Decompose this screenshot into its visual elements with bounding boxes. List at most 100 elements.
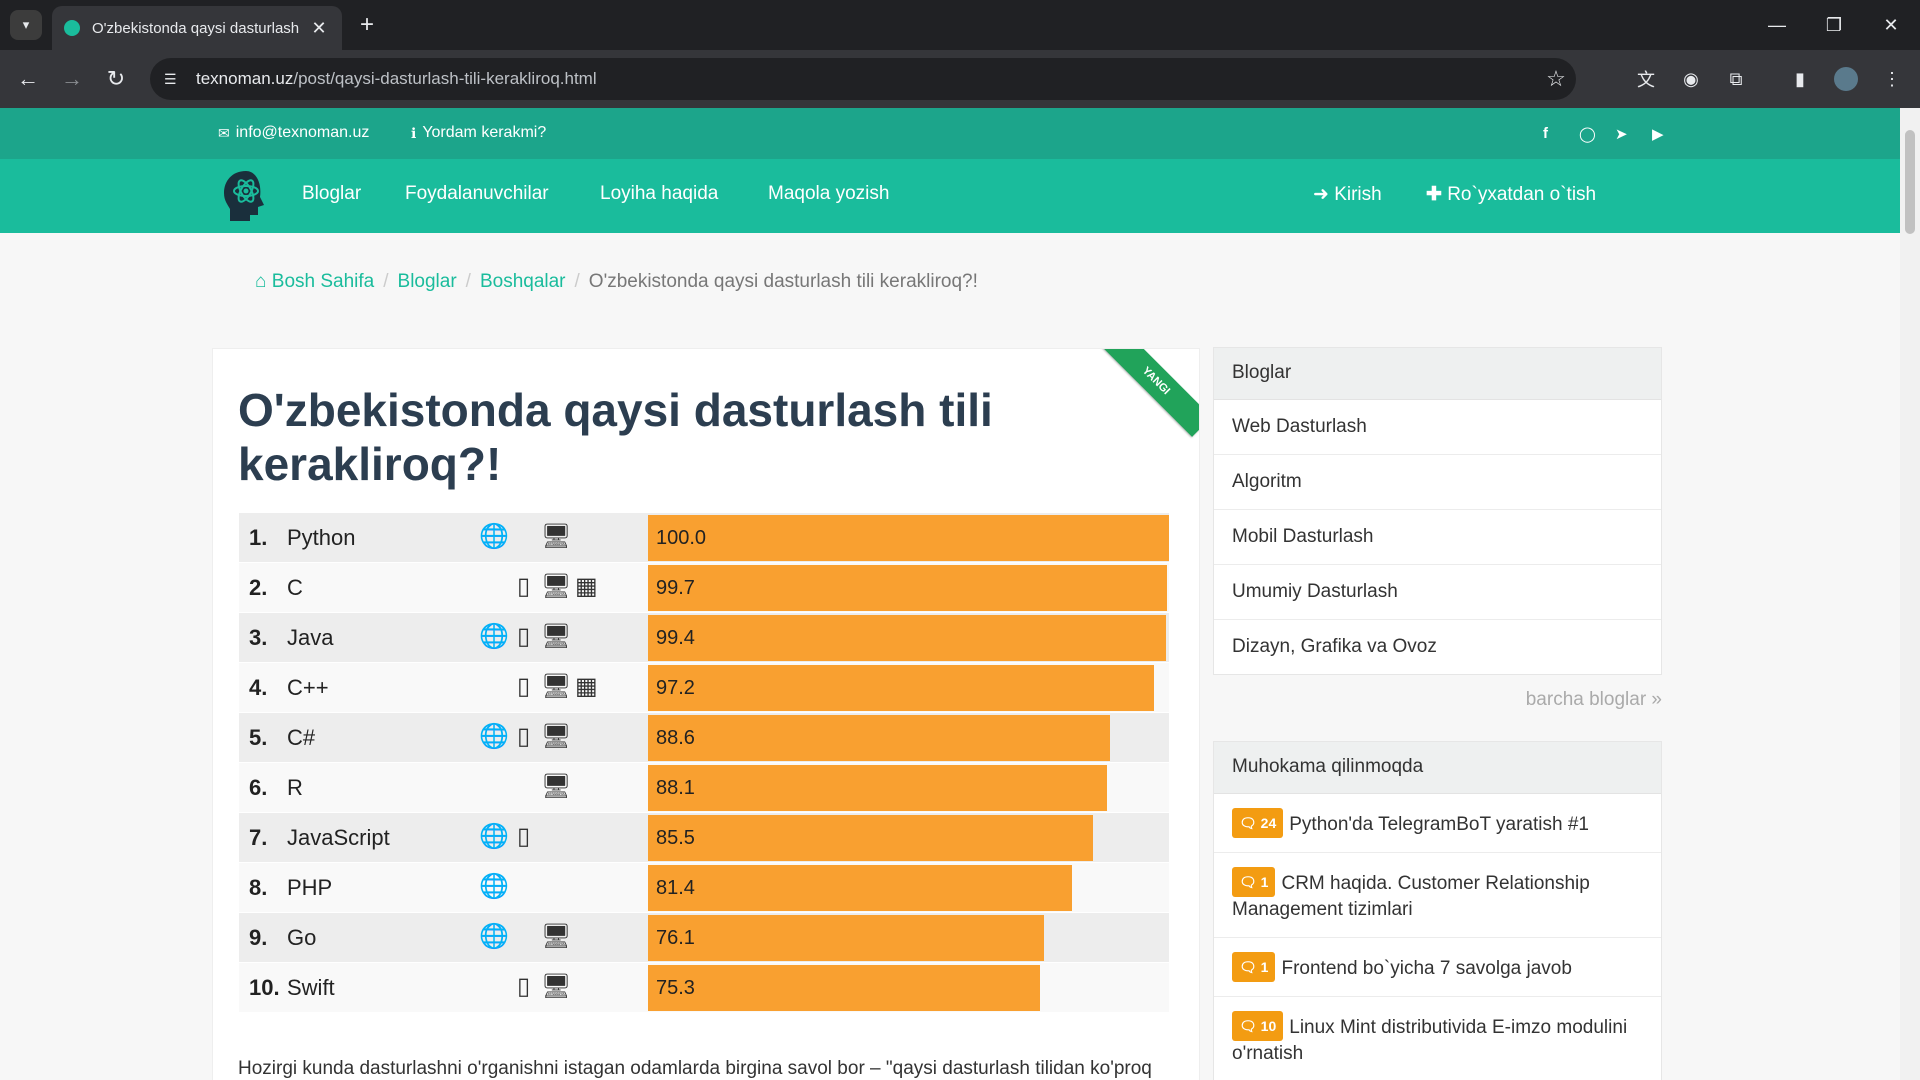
facebook-icon[interactable]: f [1543, 125, 1548, 142]
home-icon: ⌂ [255, 271, 267, 292]
chart-value-label: 100.0 [656, 527, 707, 549]
web-icon: 🌐 [479, 873, 509, 900]
comment-count: 10 [1260, 1018, 1277, 1034]
blog-item[interactable]: Web Dasturlash [1214, 400, 1661, 455]
chart-rank: 7. [249, 825, 268, 850]
github-icon[interactable]: ◯ [1579, 125, 1596, 143]
nav-bloglar[interactable]: Bloglar [302, 183, 361, 205]
translate-icon[interactable]: 文 [1630, 63, 1662, 95]
web-icon: 🌐 [479, 723, 509, 750]
envelope-icon: ✉ [218, 124, 230, 141]
telegram-icon[interactable]: ➤ [1615, 125, 1628, 143]
new-tab-button[interactable]: + [352, 10, 382, 40]
help-link[interactable]: ℹ Yordam kerakmi? [411, 124, 546, 142]
discussion-item[interactable]: 🗨 24 Python'da TelegramBoT yaratish #1 [1214, 794, 1661, 853]
discussion-item[interactable]: 🗨 1 CRM haqida. Customer Relationship Man… [1214, 853, 1661, 938]
comment-count: 1 [1260, 874, 1269, 890]
page-scrollbar[interactable] [1900, 108, 1920, 1080]
side-panel-icon[interactable]: ▮ [1784, 63, 1816, 95]
back-icon[interactable]: ← [12, 63, 44, 95]
nav-foydalanuvchilar[interactable]: Foydalanuvchilar [405, 183, 549, 205]
mobile-icon: ▯ [517, 973, 531, 1000]
mobile-icon: ▯ [517, 723, 531, 750]
chart-category-label: Go [287, 925, 317, 950]
site-info-icon[interactable]: ☰ [164, 71, 186, 88]
tab-search-button[interactable]: ▾ [10, 10, 42, 40]
blog-item[interactable]: Dizayn, Grafika va Ovoz [1214, 620, 1661, 674]
url-host: texnoman.uz [196, 69, 294, 88]
chart-category-label: C [287, 575, 303, 600]
breadcrumb-home[interactable]: Bosh Sahifa [272, 271, 374, 292]
breadcrumb-other[interactable]: Boshqalar [480, 271, 566, 292]
breadcrumb-blogs[interactable]: Bloglar [398, 271, 457, 292]
language-ranking-chart: 1. Python 🌐 🖥 100.0 2. C ▯ 🖥 ▦ 99.7 3. Java 🌐 ▯ 🖥 99.4 4.… [239, 513, 1169, 1013]
chart-category-label: PHP [287, 875, 333, 900]
minimize-button[interactable]: — [1748, 0, 1806, 50]
reload-icon[interactable]: ↻ [100, 63, 132, 95]
info-icon: ℹ [411, 124, 417, 141]
comment-count-badge: 🗨 1 [1232, 952, 1276, 982]
platform-icons: ▯ 🖥 ▦ [479, 672, 609, 704]
chart-bar [648, 765, 1107, 811]
chart-bar-area: 88.1 [648, 765, 1169, 811]
restore-button[interactable]: ❐ [1805, 0, 1863, 50]
chart-row: 3. Java 🌐 ▯ 🖥 99.4 [239, 613, 1169, 663]
site-logo[interactable] [220, 169, 272, 223]
chart-rank: 1. [249, 525, 268, 550]
mobile-icon: ▯ [517, 623, 531, 650]
platform-icons: 🖥 [479, 772, 609, 804]
bookmark-star-icon[interactable]: ☆ [1536, 66, 1576, 92]
desktop-icon: 🖥 [541, 923, 572, 950]
chart-category-label: Python [287, 525, 356, 550]
login-link[interactable]: ➜ Kirish [1313, 183, 1382, 206]
chart-bar-area: 99.7 [648, 565, 1169, 611]
comment-count-badge: 🗨 24 [1232, 808, 1284, 838]
chart-rank: 10. [249, 975, 280, 1000]
discussion-item[interactable]: 🗨 1 Frontend bo`yicha 7 savolga javob [1214, 938, 1661, 997]
blog-item[interactable]: Mobil Dasturlash [1214, 510, 1661, 565]
discussion-panel: Muhokama qilinmoqda 🗨 24 Python'da Telegr… [1213, 741, 1662, 1080]
menu-kebab-icon[interactable]: ⋮ [1876, 63, 1908, 95]
chart-row: 9. Go 🌐 🖥 76.1 [239, 913, 1169, 963]
platform-icons: ▯ 🖥 ▦ [479, 572, 609, 604]
scrollbar-thumb[interactable] [1905, 130, 1915, 234]
comment-count-badge: 🗨 10 [1232, 1011, 1284, 1041]
close-tab-icon[interactable]: ✕ [308, 18, 330, 39]
chart-bar-area: 99.4 [648, 615, 1169, 661]
forward-icon[interactable]: → [56, 63, 88, 95]
extension-icon[interactable]: ◉ [1675, 63, 1707, 95]
chart-rank: 8. [249, 875, 268, 900]
nav-maqola-yozish[interactable]: Maqola yozish [768, 183, 889, 205]
platform-icons: 🌐 🖥 [479, 522, 609, 554]
chart-value-label: 97.2 [656, 677, 695, 699]
discussion-item[interactable]: 🗨 10 Linux Mint distributivida E-imzo mod… [1214, 997, 1661, 1080]
chart-bar-area: 81.4 [648, 865, 1169, 911]
chart-bar [648, 965, 1040, 1011]
email-link[interactable]: ✉ info@texnoman.uz [218, 124, 369, 142]
breadcrumb-separator: / [574, 271, 580, 292]
web-icon: 🌐 [479, 823, 509, 850]
active-tab[interactable]: O'zbekistonda qaysi dasturlash ✕ [52, 6, 342, 50]
plus-icon: ✚ [1426, 184, 1442, 205]
url-text[interactable]: texnoman.uz/post/qaysi-dasturlash-tili-k… [196, 69, 1536, 89]
article-paragraph: Hozirgi kunda dasturlashni o'rganishni i… [238, 1058, 1152, 1079]
extensions-puzzle-icon[interactable]: ⧉ [1720, 63, 1752, 95]
blog-item[interactable]: Algoritm [1214, 455, 1661, 510]
register-link[interactable]: ✚ Ro`yxatdan o`tish [1426, 183, 1596, 206]
all-blogs-link[interactable]: barcha bloglar » [1380, 689, 1662, 711]
discussion-title: CRM haqida. Customer Relationship Manage… [1232, 873, 1590, 920]
close-window-button[interactable]: ✕ [1862, 0, 1920, 50]
youtube-icon[interactable]: ▶ [1652, 125, 1664, 143]
nav-loyiha-haqida[interactable]: Loyiha haqida [600, 183, 718, 205]
blog-item[interactable]: Umumiy Dasturlash [1214, 565, 1661, 620]
browser-tab-strip: ▾ O'zbekistonda qaysi dasturlash ✕ + — ❐… [0, 0, 1920, 50]
profile-avatar[interactable] [1830, 63, 1862, 95]
discussion-title: Frontend bo`yicha 7 savolga javob [1281, 958, 1572, 979]
comment-count-badge: 🗨 1 [1232, 867, 1276, 897]
address-bar[interactable]: ☰ texnoman.uz/post/qaysi-dasturlash-tili… [150, 58, 1576, 100]
chart-bar-area: 100.0 [648, 515, 1169, 561]
breadcrumb-separator: / [383, 271, 389, 292]
sign-in-icon: ➜ [1313, 184, 1329, 205]
platform-icons: ▯ 🖥 [479, 972, 609, 1004]
chart-row: 2. C ▯ 🖥 ▦ 99.7 [239, 563, 1169, 613]
